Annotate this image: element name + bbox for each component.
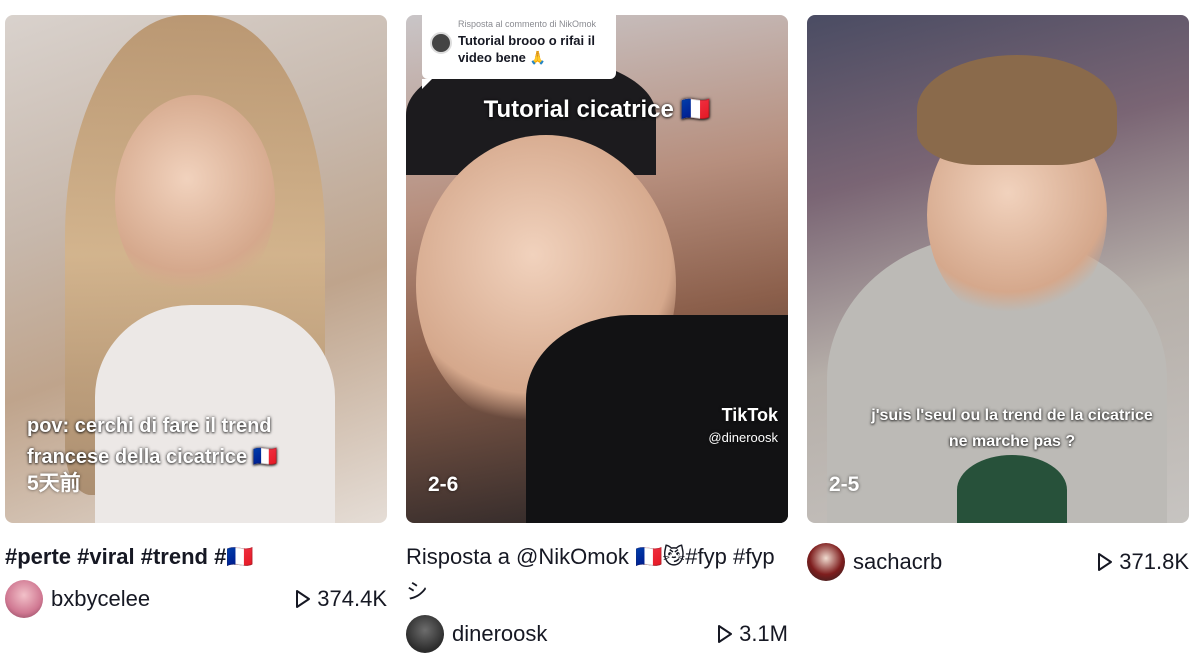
- commenter-avatar: [430, 32, 452, 54]
- thumbnail-logo-patch: [957, 455, 1067, 523]
- play-icon: [1098, 553, 1113, 571]
- username[interactable]: bxbycelee: [51, 586, 150, 612]
- video-caption-overlay: pov: cerchi di fare il trend francese de…: [27, 415, 278, 468]
- video-description[interactable]: Risposta a @NikOmok 🇫🇷😼#fyp #fypシ: [406, 539, 788, 609]
- thumbnail-face: [115, 95, 275, 305]
- video-caption-overlay: j'suis l'seul ou la trend de la cicatric…: [871, 407, 1153, 450]
- video-card[interactable]: j'suis l'seul ou la trend de la cicatric…: [807, 15, 1189, 583]
- play-icon: [296, 590, 311, 608]
- watermark-username: @dineroosk: [708, 430, 778, 445]
- video-title-overlay: Tutorial cicatrice 🇫🇷: [483, 96, 711, 123]
- video-thumbnail[interactable]: j'suis l'seul ou la trend de la cicatric…: [807, 15, 1189, 523]
- avatar[interactable]: [807, 543, 845, 581]
- view-count-value: 371.8K: [1119, 549, 1189, 574]
- comment-reply-bubble: Risposta al commento di NikOmok Tutorial…: [422, 15, 616, 89]
- thumbnail-hair: [917, 55, 1117, 165]
- username[interactable]: sachacrb: [853, 549, 942, 575]
- video-thumbnail[interactable]: Risposta al commento di NikOmok Tutorial…: [406, 15, 788, 523]
- tiktok-watermark: TikTok @dineroosk: [708, 405, 778, 445]
- view-count: 3.1M: [717, 621, 788, 647]
- view-count-value: 374.4K: [317, 586, 387, 611]
- view-count-value: 3.1M: [739, 621, 788, 646]
- video-card[interactable]: Risposta al commento di NikOmok Tutorial…: [406, 15, 788, 655]
- video-meta: dineroosk 3.1M: [406, 615, 788, 655]
- view-count: 371.8K: [1097, 549, 1189, 575]
- view-count: 374.4K: [295, 586, 387, 612]
- video-card[interactable]: pov: cerchi di fare il trend francese de…: [5, 15, 387, 620]
- video-date: 2-6: [428, 473, 459, 496]
- tiktok-logo: TikTok: [721, 405, 778, 425]
- video-meta: bxbycelee 374.4K: [5, 580, 387, 620]
- video-date: 2-5: [829, 473, 860, 496]
- avatar[interactable]: [406, 615, 444, 653]
- reply-header: Risposta al commento di NikOmok: [458, 19, 597, 29]
- avatar[interactable]: [5, 580, 43, 618]
- video-description[interactable]: #perte #viral #trend #🇫🇷: [5, 539, 387, 574]
- username[interactable]: dineroosk: [452, 621, 547, 647]
- reply-text: Tutorial brooo o rifai il video bene 🙏: [458, 33, 595, 65]
- video-thumbnail[interactable]: pov: cerchi di fare il trend francese de…: [5, 15, 387, 523]
- play-icon: [718, 625, 733, 643]
- video-date: 5天前: [27, 472, 81, 495]
- video-meta: sachacrb 371.8K: [807, 543, 1189, 583]
